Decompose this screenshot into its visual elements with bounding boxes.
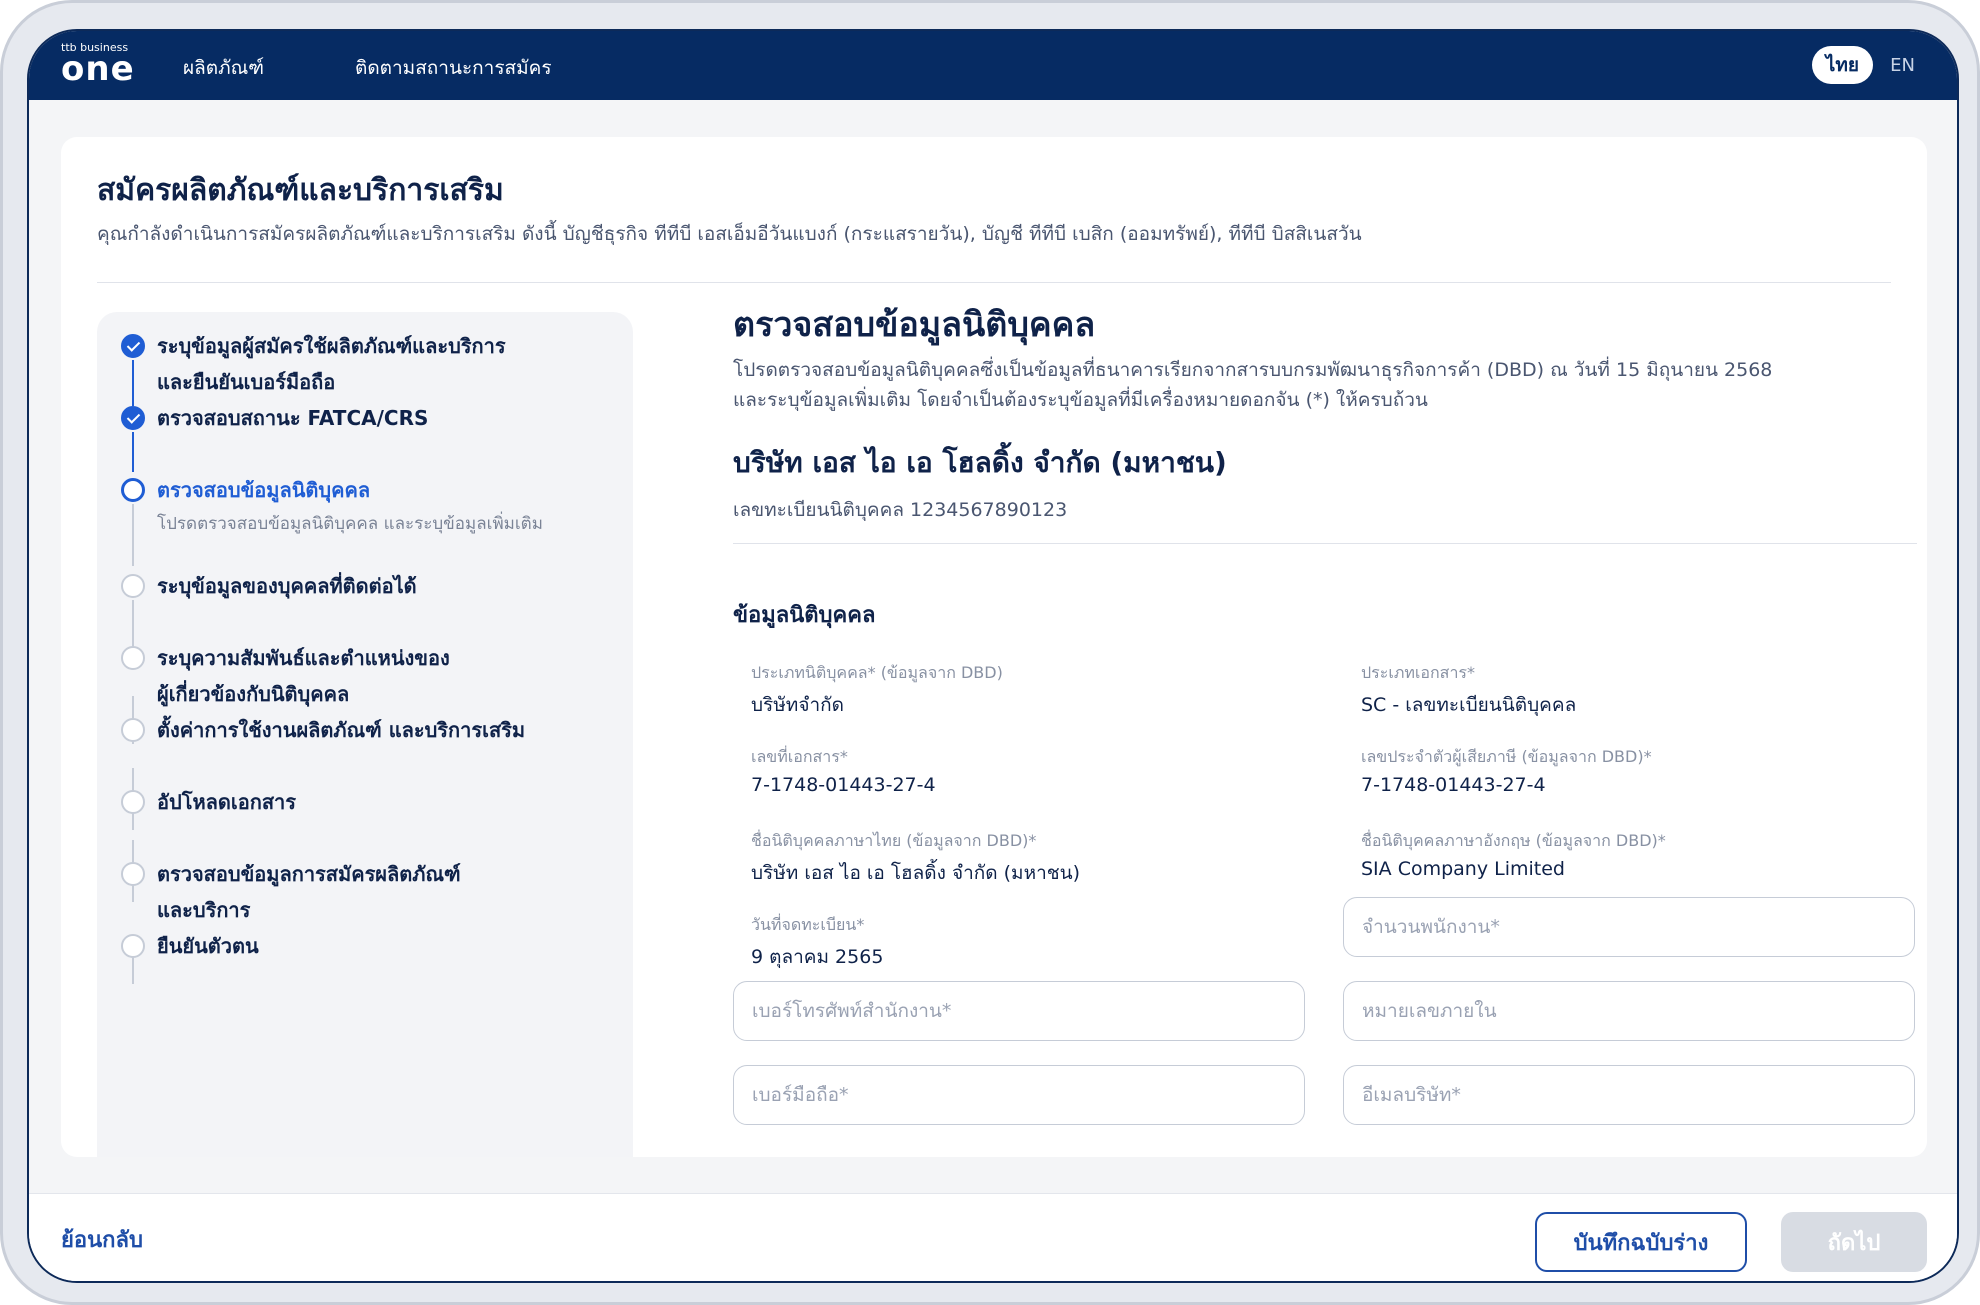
field-label: เลขประจำตัวผู้เสียภาษี (ข้อมูลจาก DBD)* [1361,747,1652,766]
field-label: ชื่อนิติบุคคลภาษาอังกฤษ (ข้อมูลจาก DBD)* [1361,831,1666,850]
step-label-line: และบริการ [157,898,251,922]
field-name-english: ชื่อนิติบุคคลภาษาอังกฤษ (ข้อมูลจาก DBD)*… [1361,829,1666,880]
step-label: ตรวจสอบสถานะ FATCA/CRS [157,406,429,430]
step-label: ตรวจสอบข้อมูลการสมัครผลิตภัณฑ์ และบริการ [157,856,597,928]
lang-thai-button[interactable]: ไทย [1811,46,1873,84]
check-circle-icon [121,334,145,358]
save-draft-button[interactable]: บันทึกฉบับร่าง [1535,1212,1747,1272]
next-button[interactable]: ถัดไป [1781,1212,1927,1272]
step-label-line: ผู้เกี่ยวข้องกับนิติบุคคล [157,682,350,706]
lang-english-button[interactable]: EN [1890,55,1915,76]
info-title: ข้อมูลนิติบุคคล [733,603,876,628]
section-title: ตรวจสอบข้อมูลนิติบุคคล [733,305,1096,345]
step-connector [132,504,134,566]
footer-bar: ย้อนกลับ บันทึกฉบับร่าง ถัดไป [29,1193,1957,1281]
field-value: SIA Company Limited [1361,858,1565,880]
step-label: ระบุข้อมูลของบุคคลที่ติดต่อได้ [157,574,417,598]
step-label: ระบุข้อมูลผู้สมัครใช้ผลิตภัณฑ์และบริการ … [157,328,597,400]
step-label: ยืนยันตัวตน [157,934,259,958]
field-value: 9 ตุลาคม 2565 [751,946,884,968]
field-document-type: ประเภทเอกสาร* SC - เลขทะเบียนนิติบุคคล [1361,661,1576,720]
step-label-line: ระบุความสัมพันธ์และตำแหน่งของ [157,646,450,670]
field-name-thai: ชื่อนิติบุคคลภาษาไทย (ข้อมูลจาก DBD)* บร… [751,829,1080,888]
check-circle-icon [121,406,145,430]
empty-circle-icon [121,862,145,886]
empty-circle-icon [121,718,145,742]
field-value: 7-1748-01443-27-4 [1361,774,1546,796]
field-label: ประเภทเอกสาร* [1361,663,1476,682]
nav-products[interactable]: ผลิตภัณฑ์ [183,53,264,83]
device-frame: ttb business one ผลิตภัณฑ์ ติดตามสถานะกา… [0,0,1980,1305]
divider [97,282,1891,283]
step-label-line: ตรวจสอบข้อมูลการสมัครผลิตภัณฑ์ [157,862,461,886]
step-connector [132,360,134,406]
empty-circle-icon [121,790,145,814]
step-label-line: ระบุข้อมูลผู้สมัครใช้ผลิตภัณฑ์และบริการ [157,334,506,358]
empty-circle-icon [121,934,145,958]
brand-logo[interactable]: ttb business one [61,41,151,91]
company-email-input[interactable] [1343,1065,1915,1125]
page-subtitle: คุณกำลังดำเนินการสมัครผลิตภัณฑ์และบริการ… [97,223,1362,245]
nav-track-status[interactable]: ติดตามสถานะการสมัคร [355,53,552,83]
step-label-line: และยืนยันเบอร์มือถือ [157,370,336,394]
page-title: สมัครผลิตภัณฑ์และบริการเสริม [97,173,504,208]
field-value: SC - เลขทะเบียนนิติบุคคล [1361,694,1577,716]
mobile-input[interactable] [733,1065,1305,1125]
back-link[interactable]: ย้อนกลับ [61,1222,143,1257]
step-description: โปรดตรวจสอบข้อมูลนิติบุคคล และระบุข้อมูล… [157,514,543,534]
field-document-number: เลขที่เอกสาร* 7-1748-01443-27-4 [751,745,936,796]
field-label: เลขที่เอกสาร* [751,747,848,766]
employees-input[interactable] [1343,897,1915,957]
progress-stepper: ระบุข้อมูลผู้สมัครใช้ผลิตภัณฑ์และบริการ … [97,312,633,1157]
step-label: ตรวจสอบข้อมูลนิติบุคคล [157,478,371,502]
section-description-line: โปรดตรวจสอบข้อมูลนิติบุคคลซึ่งเป็นข้อมูล… [733,359,1773,381]
brand-logo-big: one [61,49,135,89]
section-description: โปรดตรวจสอบข้อมูลนิติบุคคลซึ่งเป็นข้อมูล… [733,355,1893,415]
field-registration-date: วันที่จดทะเบียน* 9 ตุลาคม 2565 [751,913,883,972]
section-description-line: และระบุข้อมูลเพิ่มเติม โดยจำเป็นต้องระบุ… [733,389,1428,411]
divider [733,543,1917,544]
registration-number: เลขทะเบียนนิติบุคคล 1234567890123 [733,499,1068,521]
field-value: บริษัทจำกัด [751,694,844,716]
field-value: บริษัท เอส ไอ เอ โฮลดิ้ง จำกัด (มหาชน) [751,862,1081,884]
top-navbar: ttb business one ผลิตภัณฑ์ ติดตามสถานะกา… [29,31,1957,100]
field-label: ประเภทนิติบุคคล* (ข้อมูลจาก DBD) [751,663,1003,682]
extension-input[interactable] [1343,981,1915,1041]
field-tax-id: เลขประจำตัวผู้เสียภาษี (ข้อมูลจาก DBD)* … [1361,745,1652,796]
empty-circle-icon [121,574,145,598]
step-connector [132,432,134,472]
field-value: 7-1748-01443-27-4 [751,774,936,796]
step-label: ตั้งค่าการใช้งานผลิตภัณฑ์ และบริการเสริม [157,718,526,742]
app-screen: ttb business one ผลิตภัณฑ์ ติดตามสถานะกา… [27,29,1959,1283]
empty-circle-icon [121,646,145,670]
office-phone-input[interactable] [733,981,1305,1041]
step-label: อัปโหลดเอกสาร [157,790,297,814]
field-label: ชื่อนิติบุคคลภาษาไทย (ข้อมูลจาก DBD)* [751,831,1037,850]
step-label: ระบุความสัมพันธ์และตำแหน่งของ ผู้เกี่ยวข… [157,640,597,712]
active-circle-icon [121,478,145,502]
main-card: สมัครผลิตภัณฑ์และบริการเสริม คุณกำลังดำเ… [61,137,1927,1157]
field-entity-type: ประเภทนิติบุคคล* (ข้อมูลจาก DBD) บริษัทจ… [751,661,1003,720]
field-label: วันที่จดทะเบียน* [751,915,865,934]
company-name: บริษัท เอส ไอ เอ โฮลดิ้ง จำกัด (มหาชน) [733,446,1227,479]
